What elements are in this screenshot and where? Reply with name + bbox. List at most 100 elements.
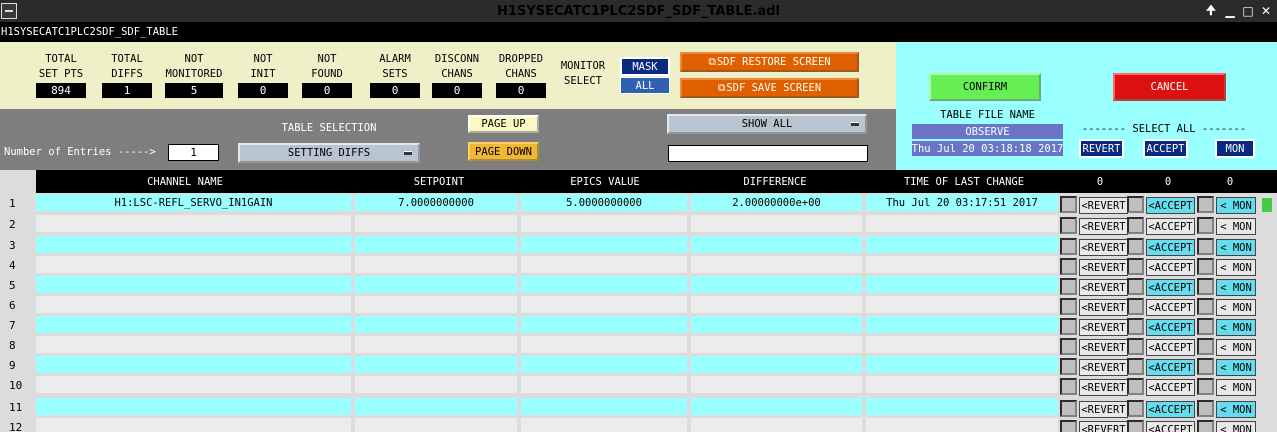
accept-checkbox[interactable] — [1127, 258, 1144, 275]
select-all-revert-button[interactable]: REVERT — [1079, 139, 1124, 158]
page-down-button[interactable]: PAGE DOWN — [468, 142, 539, 161]
mon-checkbox[interactable] — [1197, 278, 1214, 295]
mon-button[interactable]: < MON — [1216, 319, 1256, 336]
accept-button[interactable]: <ACCEPT — [1146, 299, 1195, 316]
mon-button[interactable]: < MON — [1216, 299, 1256, 316]
cancel-button[interactable]: CANCEL — [1113, 73, 1226, 101]
revert-button[interactable]: <REVERT — [1079, 401, 1128, 418]
mon-button[interactable]: < MON — [1216, 359, 1256, 376]
maximize-icon[interactable]: □ — [1239, 2, 1257, 20]
mon-button[interactable]: < MON — [1216, 239, 1256, 256]
mon-button[interactable]: < MON — [1216, 339, 1256, 356]
accept-button[interactable]: <ACCEPT — [1146, 339, 1195, 356]
revert-button[interactable]: <REVERT — [1079, 319, 1128, 336]
accept-checkbox[interactable] — [1127, 217, 1144, 234]
accept-checkbox[interactable] — [1127, 378, 1144, 395]
revert-checkbox[interactable] — [1060, 278, 1077, 295]
mon-checkbox[interactable] — [1197, 338, 1214, 355]
mon-checkbox[interactable] — [1197, 258, 1214, 275]
page-up-button[interactable]: PAGE UP — [468, 115, 539, 133]
revert-button[interactable]: <REVERT — [1079, 239, 1128, 256]
accept-checkbox[interactable] — [1127, 400, 1144, 417]
revert-button[interactable]: <REVERT — [1079, 339, 1128, 356]
revert-button[interactable]: <REVERT — [1079, 197, 1128, 214]
minimize-icon[interactable]: ▁ — [1221, 2, 1239, 20]
accept-checkbox[interactable] — [1127, 338, 1144, 355]
sdf-save-screen-button[interactable]: ⧉ SDF SAVE SCREEN — [680, 78, 859, 98]
accept-button[interactable]: <ACCEPT — [1146, 319, 1195, 336]
setpoint-cell — [355, 336, 517, 353]
accept-button[interactable]: <ACCEPT — [1146, 197, 1195, 214]
revert-checkbox[interactable] — [1060, 217, 1077, 234]
mask-button[interactable]: MASK — [620, 57, 670, 76]
show-all-menu[interactable]: SHOW ALL — [667, 114, 867, 134]
mon-button[interactable]: < MON — [1216, 218, 1256, 235]
revert-checkbox[interactable] — [1060, 318, 1077, 335]
accept-checkbox[interactable] — [1127, 238, 1144, 255]
accept-button[interactable]: <ACCEPT — [1146, 359, 1195, 376]
mon-checkbox[interactable] — [1197, 298, 1214, 315]
revert-checkbox[interactable] — [1060, 400, 1077, 417]
accept-checkbox[interactable] — [1127, 318, 1144, 335]
select-all-accept-button[interactable]: ACCEPT — [1143, 139, 1188, 158]
search-input[interactable] — [668, 145, 868, 162]
close-icon[interactable]: ✕ — [1257, 2, 1275, 20]
accept-button[interactable]: <ACCEPT — [1146, 401, 1195, 418]
revert-checkbox[interactable] — [1060, 196, 1077, 213]
epics-value-cell — [521, 256, 687, 273]
sdf-restore-screen-button[interactable]: ⧉ SDF RESTORE SCREEN — [680, 52, 859, 72]
revert-button[interactable]: <REVERT — [1079, 259, 1128, 276]
channel-name-cell — [36, 418, 351, 432]
accept-button[interactable]: <ACCEPT — [1146, 279, 1195, 296]
keep-above-icon[interactable]: 🠉 — [1202, 2, 1220, 20]
mon-checkbox[interactable] — [1197, 196, 1214, 213]
mon-button[interactable]: < MON — [1216, 197, 1256, 214]
accept-checkbox[interactable] — [1127, 358, 1144, 375]
mon-button[interactable]: < MON — [1216, 259, 1256, 276]
epics-value-cell — [521, 296, 687, 313]
mon-button[interactable]: < MON — [1216, 401, 1256, 418]
revert-button[interactable]: <REVERT — [1079, 299, 1128, 316]
revert-button[interactable]: <REVERT — [1079, 359, 1128, 376]
time-cell — [866, 398, 1058, 415]
revert-checkbox[interactable] — [1060, 298, 1077, 315]
confirm-button[interactable]: CONFIRM — [929, 73, 1041, 101]
mon-button[interactable]: < MON — [1216, 379, 1256, 396]
mon-checkbox[interactable] — [1197, 420, 1214, 432]
accept-button[interactable]: <ACCEPT — [1146, 218, 1195, 235]
revert-checkbox[interactable] — [1060, 420, 1077, 432]
all-button[interactable]: ALL — [620, 77, 670, 94]
channel-name-cell: H1:LSC-REFL_SERVO_IN1GAIN — [36, 194, 351, 211]
accept-button[interactable]: <ACCEPT — [1146, 239, 1195, 256]
revert-button[interactable]: <REVERT — [1079, 279, 1128, 296]
mon-checkbox[interactable] — [1197, 318, 1214, 335]
row-number: 4 — [9, 258, 16, 272]
revert-checkbox[interactable] — [1060, 238, 1077, 255]
mon-button[interactable]: < MON — [1216, 421, 1256, 432]
mon-button[interactable]: < MON — [1216, 279, 1256, 296]
accept-button[interactable]: <ACCEPT — [1146, 379, 1195, 396]
revert-button[interactable]: <REVERT — [1079, 421, 1128, 432]
select-all-mon-button[interactable]: MON — [1215, 139, 1255, 158]
table-selection-menu[interactable]: SETTING DIFFS — [238, 143, 420, 163]
mon-checkbox[interactable] — [1197, 217, 1214, 234]
revert-button[interactable]: <REVERT — [1079, 379, 1128, 396]
table-selection-label: TABLE SELECTION — [281, 122, 377, 134]
mon-checkbox[interactable] — [1197, 400, 1214, 417]
revert-checkbox[interactable] — [1060, 338, 1077, 355]
accept-checkbox[interactable] — [1127, 196, 1144, 213]
accept-button[interactable]: <ACCEPT — [1146, 421, 1195, 432]
accept-checkbox[interactable] — [1127, 298, 1144, 315]
revert-checkbox[interactable] — [1060, 358, 1077, 375]
accept-checkbox[interactable] — [1127, 420, 1144, 432]
mon-checkbox[interactable] — [1197, 378, 1214, 395]
mon-checkbox[interactable] — [1197, 238, 1214, 255]
accept-button[interactable]: <ACCEPT — [1146, 259, 1195, 276]
revert-checkbox[interactable] — [1060, 258, 1077, 275]
time-cell — [866, 418, 1058, 432]
mon-count: 0 — [1226, 175, 1234, 188]
revert-button[interactable]: <REVERT — [1079, 218, 1128, 235]
revert-checkbox[interactable] — [1060, 378, 1077, 395]
mon-checkbox[interactable] — [1197, 358, 1214, 375]
accept-checkbox[interactable] — [1127, 278, 1144, 295]
